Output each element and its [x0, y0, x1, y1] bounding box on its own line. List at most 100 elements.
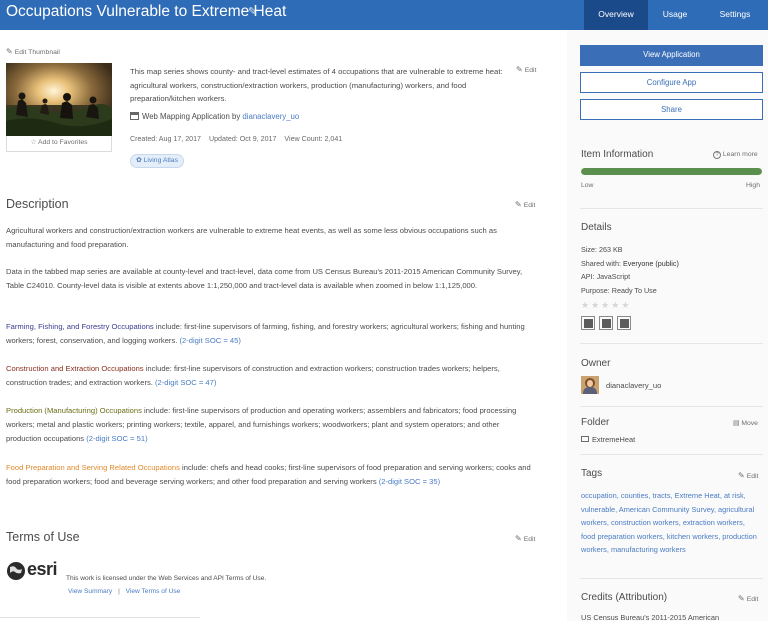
tab-settings[interactable]: Settings	[702, 0, 768, 30]
edit-terms-link[interactable]: ✎ Edit	[515, 534, 535, 543]
field-workers-photo	[6, 63, 112, 136]
item-type-line: Web Mapping Application by dianaclavery_…	[130, 112, 299, 121]
star-icon[interactable]: ★	[611, 300, 619, 310]
details-heading: Details	[581, 222, 612, 233]
occupation-production: Production (Manufacturing) Occupations i…	[6, 404, 534, 446]
progress-low-label: Low	[581, 182, 594, 189]
avatar[interactable]	[581, 376, 599, 394]
tags-list[interactable]: occupation, counties, tracts, Extreme He…	[581, 489, 761, 557]
owner-link[interactable]: dianaclavery_uo	[242, 112, 299, 121]
license-text: This work is licensed under the Web Serv…	[66, 575, 267, 582]
learn-more-label: Learn more	[722, 151, 758, 158]
help-icon: ?	[713, 151, 721, 159]
details-shared: Shared with: Everyone (public)	[581, 257, 679, 271]
badge-label: Living Atlas	[143, 157, 178, 164]
add-to-favorites-label: Add to Favorites	[38, 139, 88, 146]
credits-heading: Credits (Attribution)	[581, 592, 668, 603]
item-dates: Created: Aug 17, 2017 Updated: Oct 9, 20…	[130, 135, 342, 143]
add-to-favorites-button[interactable]: ☆ Add to Favorites	[6, 136, 112, 152]
edit-terms-label: Edit	[523, 536, 536, 543]
edit-summary-label: Edit	[524, 67, 537, 74]
living-atlas-icon: ✿	[136, 157, 142, 164]
view-summary-link[interactable]: View Summary	[68, 588, 112, 595]
credits-text: US Census Bureau's 2011-2015 American	[581, 613, 720, 621]
item-info-progress-fill	[581, 168, 762, 175]
star-icon[interactable]: ★	[591, 300, 599, 310]
page-title: Occupations Vulnerable to Extreme Heat	[6, 3, 287, 20]
view-terms-link[interactable]: View Terms of Use	[126, 588, 181, 595]
twitter-icon[interactable]	[599, 316, 613, 330]
tags-heading: Tags	[581, 468, 603, 479]
divider	[580, 208, 763, 209]
edit-credits-label: Edit	[746, 596, 759, 603]
configure-app-button[interactable]: Configure App	[580, 72, 763, 93]
pencil-icon: ✎	[515, 534, 522, 543]
shared-value: Everyone (public)	[622, 258, 679, 268]
view-application-button[interactable]: View Application	[580, 45, 763, 66]
social-share	[581, 316, 635, 335]
item-type-label: Web Mapping Application by	[142, 112, 243, 121]
web-app-icon	[130, 112, 139, 120]
rating-stars[interactable]: ★ ★ ★ ★ ★	[581, 295, 631, 313]
folder-icon	[581, 436, 589, 442]
occupation-title: Production (Manufacturing) Occupations	[6, 406, 142, 415]
updated-date: Updated: Oct 9, 2017	[208, 135, 277, 143]
divider	[580, 343, 763, 344]
move-label: Move	[741, 420, 758, 427]
soc-link[interactable]: (2-digit SOC = 47)	[155, 378, 216, 387]
occupation-title: Food Preparation and Serving Related Occ…	[6, 463, 180, 472]
living-atlas-badge[interactable]: ✿ Living Atlas	[130, 154, 184, 168]
edit-tags-link[interactable]: ✎ Edit	[738, 471, 758, 480]
pencil-icon: ✎	[515, 200, 522, 209]
star-icon: ☆	[30, 139, 37, 146]
tab-usage[interactable]: Usage	[648, 0, 702, 30]
top-header: Occupations Vulnerable to Extreme Heat ✎…	[0, 0, 768, 30]
owner-heading: Owner	[581, 358, 611, 369]
item-information-heading: Item Information	[581, 149, 654, 160]
star-icon[interactable]: ★	[581, 300, 589, 310]
occupation-title: Construction and Extraction Occupations	[6, 364, 144, 373]
edit-description-label: Edit	[523, 202, 536, 209]
tab-overview[interactable]: Overview	[584, 0, 648, 30]
facebook-icon[interactable]	[581, 316, 595, 330]
occupation-food-preparation: Food Preparation and Serving Related Occ…	[6, 461, 534, 489]
star-icon[interactable]: ★	[621, 300, 629, 310]
learn-more-link[interactable]: ? Learn more	[713, 151, 758, 159]
occupation-farming: Farming, Fishing, and Forestry Occupatio…	[6, 320, 534, 348]
created-date: Created: Aug 17, 2017	[130, 135, 201, 143]
soc-link[interactable]: (2-digit SOC = 45)	[179, 336, 240, 345]
email-icon[interactable]	[617, 316, 631, 330]
soc-link[interactable]: (2-digit SOC = 51)	[86, 434, 147, 443]
shared-label: Shared with:	[581, 258, 623, 268]
edit-title-pencil-icon[interactable]: ✎	[248, 5, 260, 21]
details-api: API: JavaScript	[581, 272, 631, 281]
terms-links: View Summary | View Terms of Use	[68, 588, 180, 595]
divider	[580, 454, 763, 455]
star-icon[interactable]: ★	[601, 300, 609, 310]
progress-high-label: High	[746, 182, 760, 189]
edit-tags-label: Edit	[746, 473, 759, 480]
occupation-title: Farming, Fishing, and Forestry Occupatio…	[6, 322, 154, 331]
occupation-construction: Construction and Extraction Occupations …	[6, 362, 534, 390]
divider	[580, 406, 763, 407]
details-size: Size: 263 KB	[581, 245, 623, 254]
soc-link[interactable]: (2-digit SOC = 35)	[379, 477, 440, 486]
pencil-icon: ✎	[516, 65, 523, 74]
folder-name: ExtremeHeat	[581, 435, 635, 444]
owner-name[interactable]: dianaclavery_uo	[606, 381, 661, 390]
edit-credits-link[interactable]: ✎ Edit	[738, 594, 758, 603]
edit-summary-link[interactable]: ✎ Edit	[516, 65, 536, 74]
edit-thumbnail-label: Edit Thumbnail	[14, 49, 60, 56]
share-button[interactable]: Share	[580, 99, 763, 120]
move-folder-link[interactable]: ▤ Move	[733, 419, 758, 427]
edit-thumbnail-link[interactable]: ✎ Edit Thumbnail	[6, 47, 60, 56]
footer-divider	[0, 617, 200, 618]
description-paragraph-2: Data in the tabbed map series are availa…	[6, 267, 523, 290]
item-info-progress	[581, 168, 762, 175]
edit-description-link[interactable]: ✎ Edit	[515, 200, 535, 209]
terms-heading: Terms of Use	[6, 530, 80, 544]
summary-text: This map series shows county- and tract-…	[130, 67, 503, 103]
link-separator: |	[118, 588, 120, 595]
description-heading: Description	[6, 197, 69, 211]
move-icon: ▤	[733, 420, 740, 427]
